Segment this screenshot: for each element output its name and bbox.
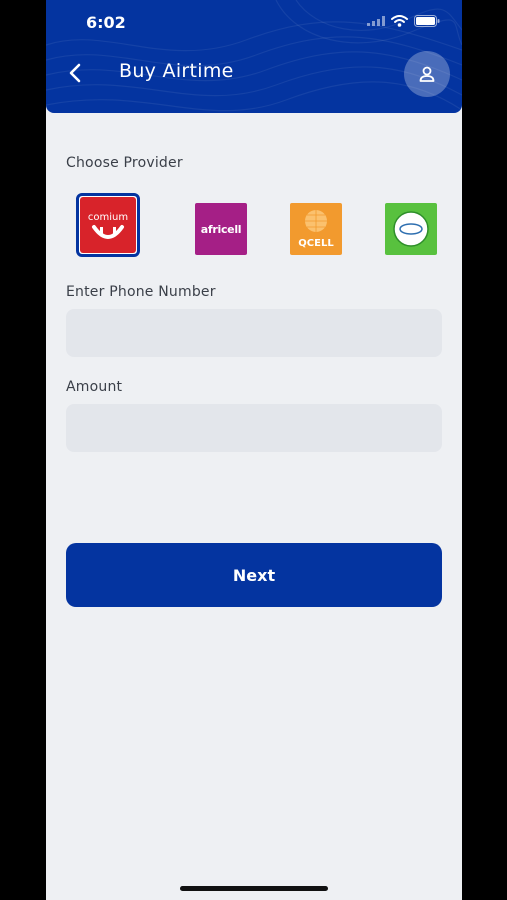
user-icon xyxy=(419,66,435,82)
choose-provider-label: Choose Provider xyxy=(66,155,183,171)
phone-number-input[interactable] xyxy=(66,309,442,357)
app-screen: 6:02 Buy Airtime Choose Provider comium … xyxy=(46,0,462,900)
profile-button[interactable] xyxy=(404,51,450,97)
qcell-logo: QCELL xyxy=(290,203,342,255)
signal-icon xyxy=(367,16,385,26)
comium-logo: comium xyxy=(80,197,136,253)
status-time: 6:02 xyxy=(86,13,126,32)
phone-number-label: Enter Phone Number xyxy=(66,284,216,300)
amount-label: Amount xyxy=(66,379,123,395)
qcell-logo-text: QCELL xyxy=(298,238,334,249)
sierratel-emblem-icon xyxy=(393,211,429,247)
provider-list: comium africell QCELL xyxy=(46,193,462,265)
next-button[interactable]: Next xyxy=(66,543,442,607)
provider-qcell[interactable]: QCELL xyxy=(290,203,342,255)
status-icons xyxy=(367,15,440,27)
home-indicator xyxy=(180,886,328,891)
africell-logo-text: africell xyxy=(200,222,242,236)
provider-sierratel[interactable] xyxy=(385,203,437,255)
comium-smile-icon xyxy=(92,225,124,239)
app-header: 6:02 Buy Airtime xyxy=(46,0,462,113)
back-button[interactable] xyxy=(64,60,86,86)
amount-input[interactable] xyxy=(66,404,442,452)
battery-icon xyxy=(414,15,440,27)
comium-logo-text: comium xyxy=(87,212,129,223)
chevron-left-icon xyxy=(69,63,81,83)
sierratel-logo xyxy=(385,203,437,255)
wifi-icon xyxy=(391,15,408,27)
page-title: Buy Airtime xyxy=(119,60,234,82)
africell-logo: africell xyxy=(195,203,247,255)
provider-comium[interactable]: comium xyxy=(76,193,140,257)
provider-africell[interactable]: africell xyxy=(195,203,247,255)
